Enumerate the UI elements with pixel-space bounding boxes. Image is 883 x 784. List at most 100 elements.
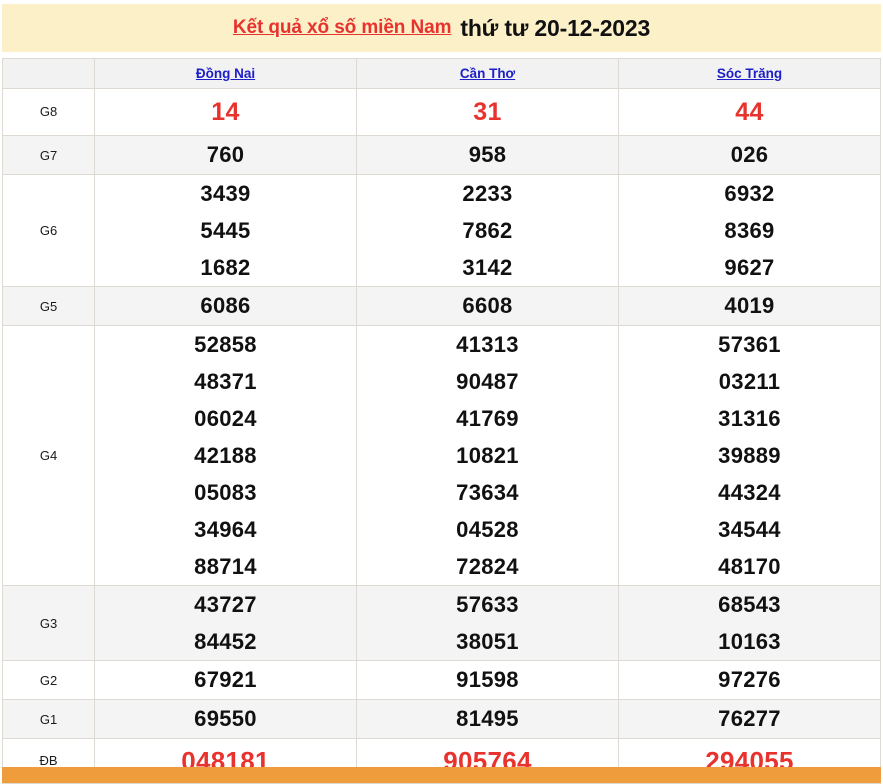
table-body: G8 14 31 44 G7 760 958 026 G6 3439 5445 … — [2, 88, 881, 784]
result-number: 68543 — [718, 592, 781, 617]
lottery-results-table: Đồng Nai Cần Thơ Sóc Trăng G8 14 31 44 G… — [2, 58, 881, 784]
result-cell-g1-can-tho: 81495 — [356, 699, 619, 739]
result-cell-g5-dong-nai: 6086 — [94, 286, 357, 326]
result-number: 41313 — [456, 332, 519, 357]
table-row-g1: G1 69550 81495 76277 — [2, 699, 881, 739]
result-cell-g8-can-tho: 31 — [356, 88, 619, 136]
result-date: thứ tư 20-12-2023 — [460, 14, 651, 41]
page-header-banner: Kết quả xổ số miền Nam thứ tư 20-12-2023 — [2, 4, 881, 52]
result-number: 31 — [473, 98, 502, 126]
result-number: 44324 — [718, 480, 781, 505]
result-number: 6608 — [462, 293, 513, 318]
prize-label-g4: G4 — [2, 325, 95, 586]
result-number: 10821 — [456, 443, 519, 468]
result-cell-g2-dong-nai: 67921 — [94, 660, 357, 700]
result-cell-g7-dong-nai: 760 — [94, 135, 357, 175]
prize-label-g8: G8 — [2, 88, 95, 136]
result-number: 69550 — [194, 706, 257, 731]
result-number: 88714 — [194, 554, 257, 579]
table-row-g3: G3 43727 84452 57633 38051 68543 10163 — [2, 585, 881, 661]
result-number: 14 — [211, 98, 240, 126]
province-link-can-tho[interactable]: Cần Thơ — [460, 66, 515, 81]
result-number: 97276 — [718, 667, 781, 692]
prize-label-g2: G2 — [2, 660, 95, 700]
result-number: 9627 — [724, 255, 775, 280]
result-number: 31316 — [718, 406, 781, 431]
result-number: 38051 — [456, 629, 519, 654]
result-number: 72824 — [456, 554, 519, 579]
result-cell-g4-dong-nai: 52858 48371 06024 42188 05083 34964 8871… — [94, 325, 357, 586]
result-number: 5445 — [200, 218, 251, 243]
result-number: 34964 — [194, 517, 257, 542]
result-cell-g4-can-tho: 41313 90487 41769 10821 73634 04528 7282… — [356, 325, 619, 586]
result-number: 760 — [206, 142, 245, 167]
table-header: Đồng Nai Cần Thơ Sóc Trăng — [2, 58, 881, 89]
result-cell-g4-soc-trang: 57361 03211 31316 39889 44324 34544 4817… — [618, 325, 881, 586]
table-header-row: Đồng Nai Cần Thơ Sóc Trăng — [2, 58, 881, 89]
table-row-g5: G5 6086 6608 4019 — [2, 286, 881, 326]
result-number: 4019 — [724, 293, 775, 318]
result-cell-g3-can-tho: 57633 38051 — [356, 585, 619, 661]
result-number: 06024 — [194, 406, 257, 431]
result-number: 84452 — [194, 629, 257, 654]
province-header-0: Đồng Nai — [94, 58, 357, 89]
prize-label-g3: G3 — [2, 585, 95, 661]
result-cell-g8-soc-trang: 44 — [618, 88, 881, 136]
result-number: 57633 — [456, 592, 519, 617]
bottom-orange-bar — [2, 767, 881, 783]
result-number: 39889 — [718, 443, 781, 468]
result-number: 57361 — [718, 332, 781, 357]
result-cell-g1-soc-trang: 76277 — [618, 699, 881, 739]
result-cell-g7-can-tho: 958 — [356, 135, 619, 175]
result-cell-g6-soc-trang: 6932 8369 9627 — [618, 174, 881, 287]
result-number: 76277 — [718, 706, 781, 731]
result-cell-g2-soc-trang: 97276 — [618, 660, 881, 700]
result-number: 026 — [730, 142, 769, 167]
result-number: 04528 — [456, 517, 519, 542]
result-number: 91598 — [456, 667, 519, 692]
result-number: 6932 — [724, 181, 775, 206]
result-number: 43727 — [194, 592, 257, 617]
corner-cell — [2, 58, 95, 89]
result-number: 48170 — [718, 554, 781, 579]
result-cell-g6-can-tho: 2233 7862 3142 — [356, 174, 619, 287]
province-link-dong-nai[interactable]: Đồng Nai — [196, 66, 255, 81]
province-header-1: Cần Thơ — [356, 58, 619, 89]
prize-label-g5: G5 — [2, 286, 95, 326]
province-link-soc-trang[interactable]: Sóc Trăng — [717, 66, 782, 81]
result-cell-g5-can-tho: 6608 — [356, 286, 619, 326]
result-number: 73634 — [456, 480, 519, 505]
prize-label-g6: G6 — [2, 174, 95, 287]
result-number: 81495 — [456, 706, 519, 731]
result-number: 6086 — [200, 293, 251, 318]
result-number: 90487 — [456, 369, 519, 394]
result-number: 2233 — [462, 181, 513, 206]
result-number: 3439 — [200, 181, 251, 206]
province-header-2: Sóc Trăng — [618, 58, 881, 89]
result-number: 44 — [735, 98, 764, 126]
result-number: 48371 — [194, 369, 257, 394]
result-number: 10163 — [718, 629, 781, 654]
result-cell-g7-soc-trang: 026 — [618, 135, 881, 175]
page-title: Kết quả xổ số miền Nam — [232, 17, 452, 38]
result-number: 8369 — [724, 218, 775, 243]
table-row-g7: G7 760 958 026 — [2, 135, 881, 175]
result-number: 7862 — [462, 218, 513, 243]
result-number: 1682 — [200, 255, 251, 280]
table-row-g8: G8 14 31 44 — [2, 88, 881, 136]
result-number: 42188 — [194, 443, 257, 468]
result-number: 41769 — [456, 406, 519, 431]
table-row-g2: G2 67921 91598 97276 — [2, 660, 881, 700]
result-cell-g2-can-tho: 91598 — [356, 660, 619, 700]
result-cell-g6-dong-nai: 3439 5445 1682 — [94, 174, 357, 287]
result-cell-g3-soc-trang: 68543 10163 — [618, 585, 881, 661]
result-cell-g8-dong-nai: 14 — [94, 88, 357, 136]
result-cell-g5-soc-trang: 4019 — [618, 286, 881, 326]
result-cell-g3-dong-nai: 43727 84452 — [94, 585, 357, 661]
result-number: 03211 — [718, 369, 781, 394]
result-cell-g1-dong-nai: 69550 — [94, 699, 357, 739]
table-row-g4: G4 52858 48371 06024 42188 05083 34964 8… — [2, 325, 881, 586]
table-row-g6: G6 3439 5445 1682 2233 7862 3142 6932 83… — [2, 174, 881, 287]
result-number: 3142 — [462, 255, 513, 280]
prize-label-g1: G1 — [2, 699, 95, 739]
